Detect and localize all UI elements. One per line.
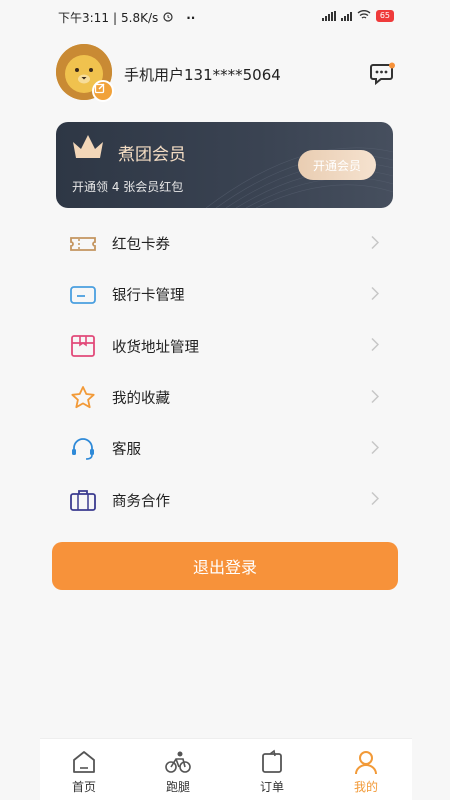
chevron-right-icon — [371, 439, 380, 458]
vip-card[interactable]: 煮团会员 开通领 4 张会员红包 开通会员 — [56, 122, 393, 208]
menu-item-favorites[interactable]: 我的收藏 — [56, 372, 393, 423]
bicycle-icon — [164, 749, 192, 775]
profile-header: 手机用户131****5064 — [56, 44, 396, 104]
tab-label: 首页 — [71, 780, 96, 794]
star-icon — [69, 384, 97, 412]
battery-icon: 65 — [375, 10, 394, 22]
menu-item-label: 收货地址管理 — [112, 339, 199, 356]
menu-item-label: 商务合作 — [112, 493, 170, 510]
home-icon — [71, 749, 97, 775]
signal-hd-icon — [340, 11, 352, 21]
menu-item-address[interactable]: 收货地址管理 — [56, 321, 393, 372]
alarm-icon — [162, 10, 174, 25]
menu-item-label: 银行卡管理 — [112, 288, 185, 305]
open-vip-button[interactable]: 开通会员 — [298, 150, 376, 180]
message-button[interactable] — [370, 62, 396, 86]
tab-label: 跑腿 — [165, 780, 190, 794]
menu-list: 红包卡券 银行卡管理 收货地址管理 我的收藏 客服 商务合作 — [56, 218, 393, 526]
message-icon — [370, 62, 395, 86]
status-separator: | — [112, 10, 117, 25]
avatar[interactable] — [56, 44, 114, 102]
status-dots: ·· — [186, 10, 196, 25]
briefcase-icon — [69, 486, 97, 514]
username: 手机用户131****5064 — [124, 66, 281, 84]
bank-card-icon — [69, 281, 97, 309]
tab-mine[interactable]: 我的 — [336, 739, 396, 800]
status-right: 65 — [321, 9, 394, 23]
logout-button[interactable]: 退出登录 — [52, 542, 398, 590]
menu-item-label: 客服 — [112, 442, 141, 459]
crown-icon — [73, 135, 103, 158]
status-left: 下午3:11 | 5.8K/s ·· — [58, 9, 195, 26]
chevron-right-icon — [371, 491, 380, 510]
chevron-right-icon — [371, 337, 380, 356]
chevron-right-icon — [371, 388, 380, 407]
menu-item-bank-cards[interactable]: 银行卡管理 — [56, 269, 393, 320]
menu-item-coupons[interactable]: 红包卡券 — [56, 218, 393, 269]
order-icon — [259, 749, 285, 775]
chevron-right-icon — [371, 234, 380, 253]
tab-home[interactable]: 首页 — [54, 739, 114, 800]
coupon-icon — [69, 230, 97, 258]
wifi-icon — [357, 9, 371, 23]
address-box-icon — [69, 332, 97, 360]
tab-label: 订单 — [259, 780, 284, 794]
status-time: 下午3:11 — [58, 11, 109, 25]
user-icon — [353, 749, 379, 775]
tab-errand[interactable]: 跑腿 — [148, 739, 208, 800]
status-net-speed: 5.8K/s — [121, 10, 159, 25]
menu-item-label: 红包卡券 — [112, 237, 170, 254]
edit-avatar-button[interactable] — [92, 80, 114, 102]
tab-label: 我的 — [353, 780, 378, 794]
signal-icon — [321, 11, 336, 21]
tab-orders[interactable]: 订单 — [242, 739, 302, 800]
menu-item-business[interactable]: 商务合作 — [56, 474, 393, 525]
edit-icon — [94, 83, 105, 94]
chevron-right-icon — [371, 285, 380, 304]
menu-item-label: 我的收藏 — [112, 391, 170, 408]
bottom-tab-bar: 首页 跑腿 订单 我的 — [40, 738, 412, 800]
vip-subtitle: 开通领 4 张会员红包 — [72, 180, 184, 194]
menu-item-customer-service[interactable]: 客服 — [56, 423, 393, 474]
vip-title: 煮团会员 — [118, 145, 186, 165]
headset-icon — [69, 435, 97, 463]
status-bar: 下午3:11 | 5.8K/s ·· 65 — [0, 0, 450, 32]
